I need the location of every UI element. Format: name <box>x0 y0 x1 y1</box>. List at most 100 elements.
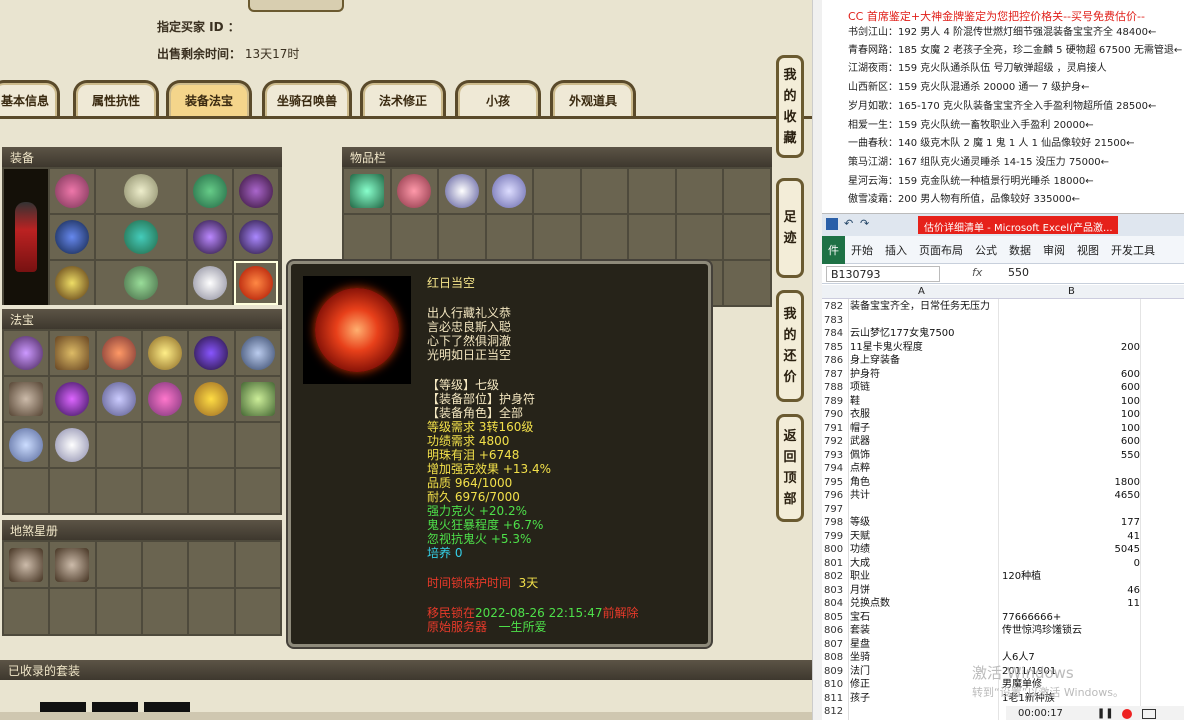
menu-review[interactable]: 审阅 <box>1037 242 1071 258</box>
treasure-slot[interactable] <box>142 331 188 375</box>
tab-equipment[interactable]: 装备法宝 <box>166 80 252 118</box>
cell-a[interactable]: 宝石 <box>850 611 870 624</box>
inventory-slot[interactable] <box>486 215 533 259</box>
equip-slot[interactable] <box>188 261 232 305</box>
cell-b[interactable]: 77666666+ <box>1002 611 1140 624</box>
cell-b[interactable]: 传世惊鸿珍馐锁云 <box>1002 624 1140 637</box>
cell-a[interactable]: 坐骑 <box>850 651 870 664</box>
inventory-slot[interactable] <box>581 169 628 213</box>
cell-b[interactable]: 11 <box>1002 597 1140 610</box>
inventory-slot[interactable] <box>486 169 533 213</box>
star-slot[interactable] <box>235 542 280 587</box>
cell-b[interactable]: 177 <box>1002 516 1140 529</box>
cell-a[interactable]: 11星卡鬼火程度 <box>850 341 923 354</box>
row-number[interactable]: 796 <box>824 489 848 502</box>
treasure-slot[interactable] <box>235 469 280 513</box>
cell-a[interactable]: 鞋 <box>850 395 860 408</box>
cell-a[interactable]: 护身符 <box>850 368 880 381</box>
treasure-slot[interactable] <box>189 331 234 375</box>
tab-attributes[interactable]: 属性抗性 <box>73 80 159 118</box>
cell-b[interactable]: 0 <box>1002 557 1140 570</box>
menu-home[interactable]: 开始 <box>845 242 879 258</box>
tab-appearance[interactable]: 外观道具 <box>550 80 636 118</box>
equip-slot[interactable] <box>50 261 94 305</box>
row-number[interactable]: 811 <box>824 692 848 705</box>
row-number[interactable]: 783 <box>824 314 848 327</box>
menu-view[interactable]: 视图 <box>1071 242 1105 258</box>
star-slot[interactable] <box>96 542 141 587</box>
star-slot[interactable] <box>142 542 188 587</box>
cell-b[interactable]: 600 <box>1002 368 1140 381</box>
cell-a[interactable]: 云山梦忆177女鬼7500 <box>850 327 955 340</box>
inventory-slot[interactable] <box>676 215 723 259</box>
row-number[interactable]: 790 <box>824 408 848 421</box>
row-number[interactable]: 799 <box>824 530 848 543</box>
menu-formulas[interactable]: 公式 <box>969 242 1003 258</box>
function-icon[interactable]: fx <box>972 266 982 279</box>
row-number[interactable]: 794 <box>824 462 848 475</box>
row-number[interactable]: 807 <box>824 638 848 651</box>
cell-a[interactable]: 等级 <box>850 516 870 529</box>
row-number[interactable]: 789 <box>824 395 848 408</box>
cell-a[interactable]: 天赋 <box>850 530 870 543</box>
equip-slot[interactable] <box>188 169 232 213</box>
star-slot[interactable] <box>189 589 234 634</box>
treasure-slot[interactable] <box>4 469 49 513</box>
cell-a[interactable]: 职业 <box>850 570 870 583</box>
treasure-slot[interactable] <box>142 377 188 421</box>
row-number[interactable]: 797 <box>824 503 848 516</box>
cell-a[interactable]: 功绩 <box>850 543 870 556</box>
star-slot[interactable] <box>142 589 188 634</box>
treasure-slot[interactable] <box>96 423 141 467</box>
row-number[interactable]: 792 <box>824 435 848 448</box>
equip-slot[interactable] <box>96 169 186 213</box>
row-number[interactable]: 782 <box>824 300 848 313</box>
offer-button[interactable] <box>248 0 344 12</box>
cell-b[interactable]: 550 <box>1002 449 1140 462</box>
cell-a[interactable]: 武器 <box>850 435 870 448</box>
cell-b[interactable]: 41 <box>1002 530 1140 543</box>
menu-insert[interactable]: 插入 <box>879 242 913 258</box>
star-slot[interactable] <box>96 589 141 634</box>
my-favorites-button[interactable]: 我的收藏 <box>776 55 804 158</box>
inventory-slot[interactable] <box>676 169 723 213</box>
treasure-slot[interactable] <box>235 377 280 421</box>
treasure-slot[interactable] <box>4 423 49 467</box>
inventory-slot[interactable] <box>629 215 675 259</box>
row-number[interactable]: 784 <box>824 327 848 340</box>
tab-child[interactable]: 小孩 <box>455 80 541 118</box>
treasure-slot[interactable] <box>189 469 234 513</box>
row-number[interactable]: 785 <box>824 341 848 354</box>
cell-a[interactable]: 月饼 <box>850 584 870 597</box>
row-number[interactable]: 812 <box>824 705 848 718</box>
cell-a[interactable]: 兑换点数 <box>850 597 890 610</box>
cell-a[interactable]: 佩饰 <box>850 449 870 462</box>
cell-b[interactable]: 100 <box>1002 395 1140 408</box>
redo-icon[interactable]: ↷ <box>860 217 869 230</box>
back-to-top-button[interactable]: 返回顶部 <box>776 414 804 522</box>
cell-a[interactable]: 大成 <box>850 557 870 570</box>
equip-slot[interactable] <box>234 169 278 213</box>
star-slot[interactable] <box>50 589 95 634</box>
menu-data[interactable]: 数据 <box>1003 242 1037 258</box>
set-slot[interactable] <box>92 702 138 712</box>
row-number[interactable]: 804 <box>824 597 848 610</box>
inventory-slot[interactable] <box>439 169 485 213</box>
set-slot[interactable] <box>40 702 86 712</box>
inventory-slot[interactable] <box>391 169 438 213</box>
save-icon[interactable] <box>826 218 838 230</box>
cell-a[interactable]: 帽子 <box>850 422 870 435</box>
camera-icon[interactable] <box>1141 708 1156 719</box>
inventory-slot[interactable] <box>534 169 580 213</box>
undo-icon[interactable]: ↶ <box>844 217 853 230</box>
row-number[interactable]: 803 <box>824 584 848 597</box>
inventory-slot[interactable] <box>724 215 770 259</box>
cell-b[interactable]: 600 <box>1002 435 1140 448</box>
row-number[interactable]: 810 <box>824 678 848 691</box>
row-number[interactable]: 806 <box>824 624 848 637</box>
inventory-slot[interactable] <box>391 215 438 259</box>
cell-a[interactable]: 衣服 <box>850 408 870 421</box>
cell-a[interactable]: 共计 <box>850 489 870 502</box>
cell-b[interactable]: 4650 <box>1002 489 1140 502</box>
row-number[interactable]: 793 <box>824 449 848 462</box>
